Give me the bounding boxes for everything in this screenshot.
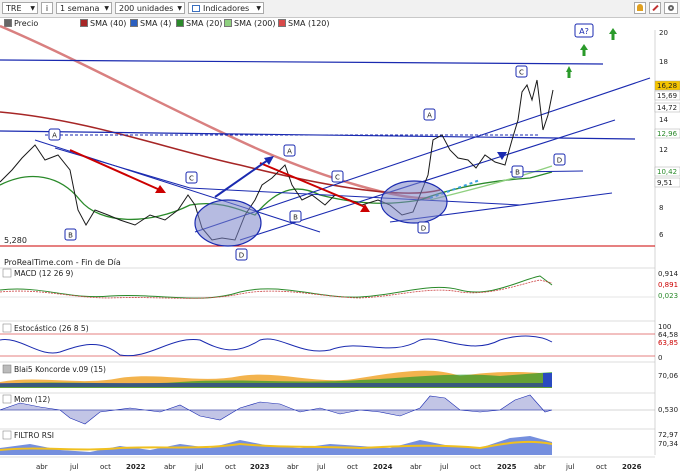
panel-axis: 70,06 <box>658 372 679 380</box>
wave-label: D <box>421 225 426 233</box>
up-arrow-icon <box>567 72 571 78</box>
panel-title: Blai5 Koncorde v.09 (15) <box>14 365 106 374</box>
value-tags: 16,28 15,69 14,72 12,96 10,42 9,51 <box>654 80 680 188</box>
value-tag: 14,72 <box>657 104 677 112</box>
wave-label: C <box>335 174 340 182</box>
bottom-ellipse-1 <box>194 199 262 247</box>
value-tag: 16,28 <box>657 82 677 90</box>
x-tick: oct <box>225 463 236 471</box>
x-axis: abr jul oct 2022 abr jul oct 2023 abr ju… <box>36 463 642 471</box>
bottom-ellipse-2 <box>380 180 448 224</box>
panel-axis: 0,023 <box>658 292 678 300</box>
wave-label: B <box>515 169 520 177</box>
x-tick: jul <box>439 463 448 471</box>
panel-title: MACD (12 26 9) <box>14 269 73 278</box>
koncorde-panel: Blai5 Koncorde v.09 (15) 70,06 <box>0 361 679 388</box>
value-tag: 10,42 <box>657 168 677 176</box>
wave-label: B <box>293 214 298 222</box>
wave-label: C <box>189 175 194 183</box>
x-tick: 2022 <box>126 463 146 471</box>
x-tick: 2026 <box>622 463 642 471</box>
wave-label: B <box>68 232 73 240</box>
x-tick: jul <box>69 463 78 471</box>
filtro-rsi-panel: FILTRO RSI 72,97 70,34 <box>0 428 679 455</box>
wave-label: A <box>287 148 292 156</box>
x-tick: 2024 <box>373 463 393 471</box>
x-tick: 2025 <box>497 463 517 471</box>
wave-label: D <box>557 157 562 165</box>
x-tick: jul <box>194 463 203 471</box>
price-tick: 20 <box>659 29 668 37</box>
x-tick: oct <box>100 463 111 471</box>
stochastic-panel: Estocástico (26 8 5) 100 64,58 63,85 0 <box>0 320 678 362</box>
x-tick: abr <box>287 463 299 471</box>
wave-label: C <box>519 69 524 77</box>
panel-axis: 72,97 <box>658 431 678 439</box>
price-tick: 8 <box>659 204 663 212</box>
value-tag: 9,51 <box>657 179 673 187</box>
panel-axis: 0,530 <box>658 406 678 414</box>
price-tick: 6 <box>659 231 664 239</box>
wave-label: A <box>52 132 57 140</box>
source-label: ProRealTime.com - Fin de Día <box>4 258 121 267</box>
panel-axis: 64,58 <box>658 331 678 339</box>
wave-label: D <box>239 252 244 260</box>
wave-label: A? <box>579 27 589 36</box>
x-tick: abr <box>36 463 48 471</box>
wave-label: A <box>427 112 432 120</box>
x-tick: abr <box>410 463 422 471</box>
panel-axis: 100 <box>658 323 671 331</box>
panel-axis: 70,34 <box>658 440 679 448</box>
price-tick: 14 <box>659 116 668 124</box>
panel-title: Estocástico (26 8 5) <box>14 324 89 333</box>
x-tick: 2023 <box>250 463 270 471</box>
x-tick: jul <box>565 463 574 471</box>
panel-title: Mom (12) <box>14 395 50 404</box>
panel-axis: 63,85 <box>658 339 678 347</box>
value-tag: 12,96 <box>657 130 678 138</box>
value-tag: 15,69 <box>657 92 677 100</box>
x-tick: oct <box>347 463 358 471</box>
momentum-panel: Mom (12) 0,530 <box>0 392 678 425</box>
chart-canvas[interactable]: A B C D A B C D A B C D A? 20 18 16 14 1… <box>0 0 680 475</box>
price-min-label: 5,280 <box>4 236 27 245</box>
panel-axis: 0 <box>658 354 662 362</box>
x-tick: abr <box>164 463 176 471</box>
up-arrow-icon <box>611 34 615 40</box>
panel-axis: 0,891 <box>658 281 678 289</box>
x-tick: abr <box>534 463 546 471</box>
price-tick: 12 <box>659 146 668 154</box>
macd-panel: MACD (12 26 9) 0,914 0,891 0,023 <box>0 267 679 300</box>
x-tick: oct <box>596 463 607 471</box>
up-arrow-icon <box>582 50 586 56</box>
panel-title: FILTRO RSI <box>14 431 54 440</box>
panel-axis: 0,914 <box>658 270 679 278</box>
price-tick: 18 <box>659 58 668 66</box>
x-tick: oct <box>470 463 481 471</box>
x-tick: jul <box>316 463 325 471</box>
